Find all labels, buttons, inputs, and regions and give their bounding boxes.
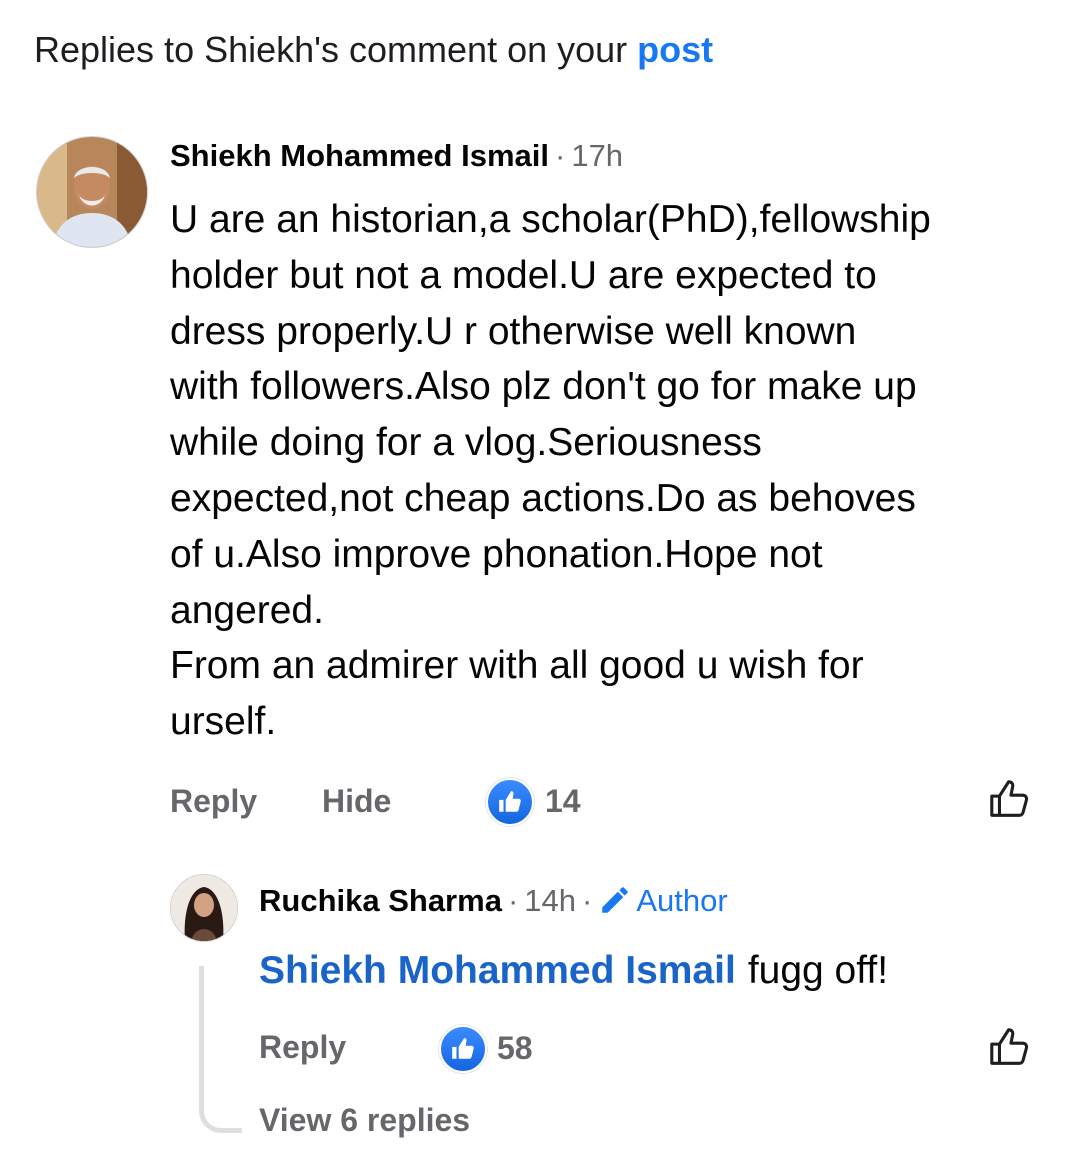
dot-separator: · [555,138,566,173]
comment-text: U are an historian,a scholar(PhD),fellow… [170,198,931,744]
author-badge: Author [598,883,728,918]
reply-like-count[interactable]: 58 [497,1029,533,1067]
post-link[interactable]: post [637,29,713,70]
thumbs-up-outline-icon[interactable] [987,776,1033,822]
comment-time[interactable]: 17h [571,138,623,173]
reply-time[interactable]: 14h [524,883,576,918]
thumbs-up-outline-icon[interactable] [987,1024,1033,1070]
reply-message: fugg off! [747,949,889,992]
comment-author-name[interactable]: Shiekh Mohammed Ismail [170,138,549,173]
reply-header: Ruchika Sharma · 14h · Author [259,882,728,920]
like-reaction-icon [439,1025,487,1073]
reply-text: Shiekh Mohammed Ismail fugg off! [259,946,888,996]
author-badge-label: Author [636,883,728,918]
header-text: Replies to Shiekh's comment on your [34,29,628,70]
pencil-icon [602,887,629,913]
notification-header: Replies to Shiekh's comment on your post [34,28,713,72]
reply-author-name[interactable]: Ruchika Sharma [259,883,502,918]
dot-separator: · [507,883,519,918]
commenter-avatar[interactable] [36,136,148,248]
view-replies-link[interactable]: View 6 replies [259,1100,470,1140]
hide-button[interactable]: Hide [322,782,391,820]
thread-connector [199,966,242,1133]
mention-link[interactable]: Shiekh Mohammed Ismail [259,949,736,992]
like-count[interactable]: 14 [545,782,581,820]
reply-button[interactable]: Reply [170,782,257,820]
comment-header: Shiekh Mohammed Ismail · 17h [170,137,623,175]
reply-reply-button[interactable]: Reply [259,1028,346,1066]
like-reaction-icon [486,778,534,826]
dot-separator: · [582,883,593,918]
replier-avatar[interactable] [170,874,238,942]
